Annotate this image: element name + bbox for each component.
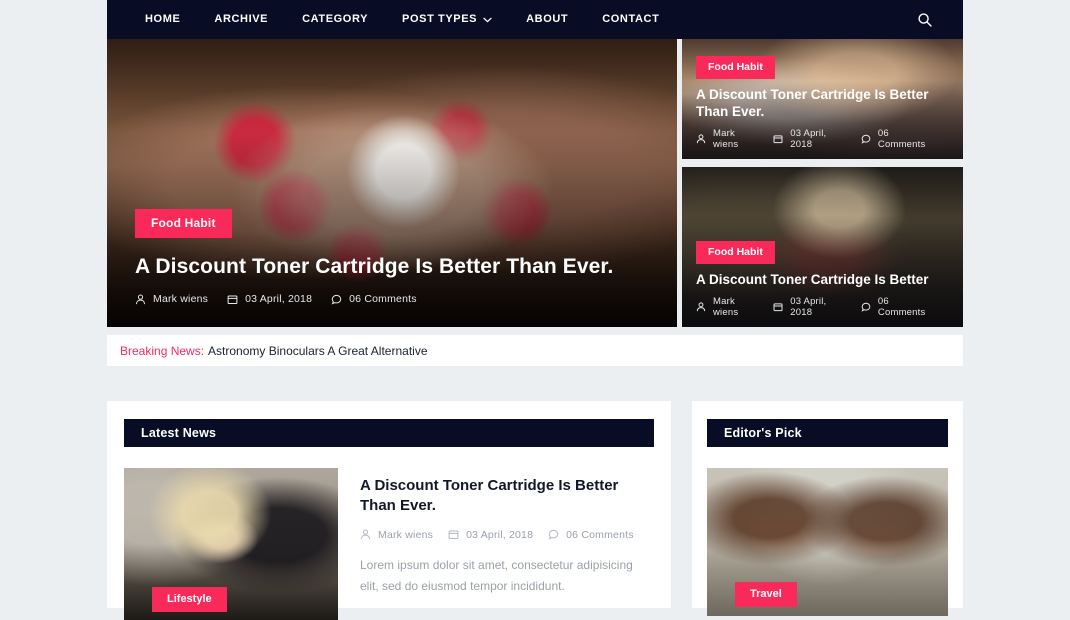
hero-side-content: Food Habit A Discount Toner Cartridge Is… [696,56,949,150]
meta-date[interactable]: 03 April, 2018 [448,529,533,541]
comment-icon [331,294,342,305]
nav-item-label: CATEGORY [302,13,369,25]
chevron-down-icon [483,17,492,23]
meta-comments-label: 06 Comments [349,293,417,305]
editors-pick-heading: Editor's Pick [707,419,948,447]
meta-author-label: Mark wiens [153,293,209,305]
hero-title[interactable]: A Discount Toner Cartridge Is Better Tha… [135,254,649,280]
meta-author[interactable]: Mark wiens [696,296,760,318]
post-meta: Mark wiens 03 April, 2018 06 Comments [135,293,649,305]
category-badge[interactable]: Lifestyle [152,587,227,612]
user-icon [360,529,371,540]
hero-side-content: Food Habit A Discount Toner Cartridge Is… [696,240,949,318]
category-badge[interactable]: Food Habit [696,56,775,80]
nav-item-about[interactable]: ABOUT [509,0,585,39]
nav-item-label: CONTACT [602,13,660,25]
category-badge[interactable]: Food Habit [696,240,775,264]
meta-date-label: 03 April, 2018 [790,128,827,150]
hero-featured-post[interactable]: Food Habit A Discount Toner Cartridge Is… [107,39,677,327]
hero-section: Food Habit A Discount Toner Cartridge Is… [107,39,963,327]
meta-date-label: 03 April, 2018 [245,293,313,305]
hero-content: Food Habit A Discount Toner Cartridge Is… [135,208,649,305]
meta-author[interactable]: Mark wiens [135,293,208,305]
meta-comments-label: 06 Comments [877,296,926,318]
nav-item-post-types[interactable]: POST TYPES [385,0,509,39]
hero-side-post-2[interactable]: Food Habit A Discount Toner Cartridge Is… [682,167,963,327]
breaking-news-headline[interactable]: Astronomy Binoculars A Great Alternative [208,344,427,358]
nav-item-category[interactable]: CATEGORY [285,0,385,39]
post-meta: Mark wiens 03 April, 2018 06 Comments [696,128,949,150]
breaking-news-label: Breaking News: [120,343,205,358]
post-meta: Mark wiens 03 April, 2018 06 Comments [360,529,654,541]
meta-date[interactable]: 03 April, 2018 [773,296,848,318]
hero-side-title[interactable]: A Discount Toner Cartridge Is Better [696,272,949,288]
comment-icon [861,134,871,144]
latest-news-panel: Latest News Lifestyle A Discount Toner C… [107,401,671,620]
meta-author[interactable]: Mark wiens [696,128,760,150]
meta-author-label: Mark wiens [713,128,739,150]
comment-icon [861,302,871,312]
search-icon[interactable] [915,10,935,30]
main-navbar: HOME ARCHIVE CATEGORY POST TYPES ABOUT C… [107,0,963,39]
editors-pick-panel: Editor's Pick Travel [692,401,963,616]
meta-comments[interactable]: 06 Comments [548,529,634,541]
latest-news-heading: Latest News [124,419,654,447]
editors-pick-thumbnail[interactable]: Travel [707,468,948,616]
meta-author[interactable]: Mark wiens [360,529,433,541]
nav-item-archive[interactable]: ARCHIVE [197,0,285,39]
meta-author-label: Mark wiens [378,528,434,541]
article-body: A Discount Toner Cartridge Is Better Tha… [338,468,654,620]
meta-comments[interactable]: 06 Comments [331,293,417,305]
meta-comments-label: 06 Comments [566,528,634,541]
user-icon [135,294,146,305]
post-meta: Mark wiens 03 April, 2018 06 Comments [696,296,949,318]
calendar-icon [773,302,783,312]
meta-author-label: Mark wiens [713,296,739,318]
nav-item-label: HOME [145,13,181,25]
comment-icon [548,529,559,540]
calendar-icon [227,294,238,305]
nav-item-home[interactable]: HOME [128,0,197,39]
meta-comments-label: 06 Comments [877,128,926,150]
nav-item-contact[interactable]: CONTACT [585,0,676,39]
article-thumbnail[interactable]: Lifestyle [124,468,338,620]
article-excerpt: Lorem ipsum dolor sit amet, consectetur … [360,557,633,593]
calendar-icon [448,529,459,540]
user-icon [696,302,706,312]
hero-side-post-1[interactable]: Food Habit A Discount Toner Cartridge Is… [682,39,963,159]
nav-item-label: ARCHIVE [214,13,269,25]
meta-date[interactable]: 03 April, 2018 [227,293,312,305]
hero-side-cards: Food Habit A Discount Toner Cartridge Is… [682,39,963,327]
hero-side-title[interactable]: A Discount Toner Cartridge Is Better Tha… [696,87,949,120]
breaking-news-bar: Breaking News: Astronomy Binoculars A Gr… [107,335,963,366]
meta-comments[interactable]: 06 Comments [861,296,936,318]
nav-item-label: POST TYPES [402,13,478,25]
meta-date[interactable]: 03 April, 2018 [773,128,848,150]
article-title[interactable]: A Discount Toner Cartridge Is Better Tha… [360,476,654,517]
latest-news-article: Lifestyle A Discount Toner Cartridge Is … [107,447,671,620]
category-badge[interactable]: Food Habit [135,208,232,238]
meta-comments[interactable]: 06 Comments [861,128,936,150]
category-badge[interactable]: Travel [735,582,797,607]
nav-item-label: ABOUT [526,13,569,25]
meta-date-label: 03 April, 2018 [466,528,534,541]
user-icon [696,134,706,144]
nav-links: HOME ARCHIVE CATEGORY POST TYPES ABOUT C… [128,0,676,39]
calendar-icon [773,134,783,144]
meta-date-label: 03 April, 2018 [790,296,827,318]
